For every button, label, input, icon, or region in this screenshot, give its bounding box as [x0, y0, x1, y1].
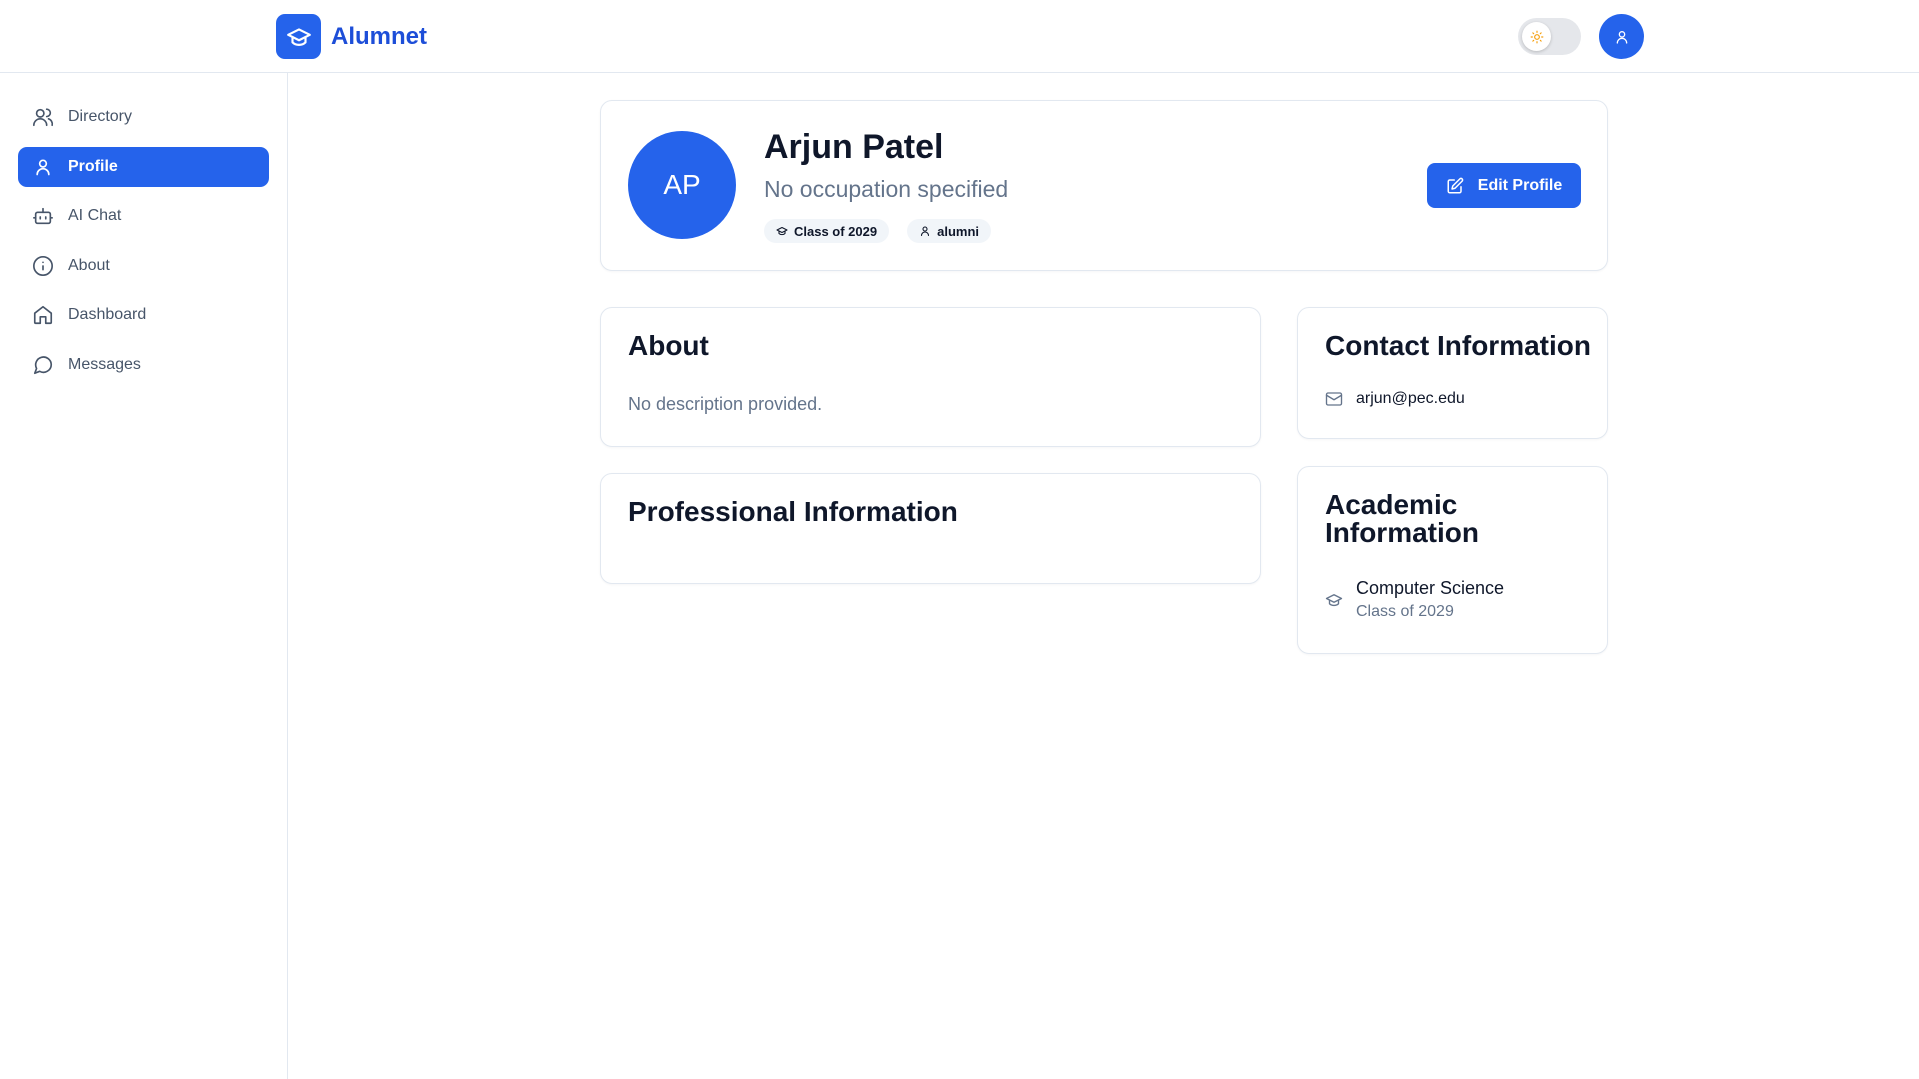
user-icon: [921, 226, 930, 237]
academic-title: Academic Information: [1325, 489, 1479, 548]
graduation-cap-icon: [776, 226, 788, 236]
user-menu-button[interactable]: [1599, 14, 1644, 59]
profile-badges: Class of 2029 alumni: [764, 219, 992, 243]
profile-occupation: No occupation specified: [764, 176, 1009, 202]
contact-email[interactable]: arjun@pec.edu: [1356, 390, 1465, 408]
academic-info-card: Academic Information Computer Science Cl…: [1297, 466, 1608, 654]
sidebar-nav: Directory Profile AI Chat About Dashboar…: [18, 97, 269, 394]
sidebar-item-about[interactable]: About: [18, 246, 269, 286]
avatar: AP: [628, 131, 736, 239]
role-badge: alumni: [907, 219, 992, 243]
users-icon: [32, 106, 54, 128]
sidebar-item-label: Messages: [68, 355, 141, 373]
mail-icon: [1325, 392, 1343, 406]
graduation-cap-icon: [276, 14, 321, 59]
message-circle-icon: [32, 354, 54, 376]
email-row: arjun@pec.edu: [1325, 390, 1465, 408]
sidebar-item-label: Dashboard: [68, 306, 147, 323]
academic-row: Computer Science Class of 2029: [1325, 578, 1504, 621]
contact-info-card: Contact Information arjun@pec.edu: [1297, 307, 1608, 439]
sidebar: Directory Profile AI Chat About Dashboar…: [0, 73, 288, 1079]
profile-header-card: AP Arjun Patel No occupation specified C…: [600, 100, 1608, 271]
sidebar-item-directory[interactable]: Directory: [18, 97, 269, 137]
top-header: Alumnet: [0, 0, 1919, 73]
sidebar-item-profile[interactable]: Profile: [18, 146, 269, 187]
info-icon: [32, 255, 54, 277]
bot-icon: [32, 205, 54, 227]
app-logo[interactable]: Alumnet: [276, 14, 427, 59]
sidebar-item-dashboard[interactable]: Dashboard: [18, 295, 269, 335]
sidebar-item-ai-chat[interactable]: AI Chat: [18, 196, 269, 236]
about-text: No description provided.: [628, 394, 823, 414]
edit-profile-button[interactable]: Edit Profile: [1427, 163, 1581, 208]
user-icon: [1616, 30, 1627, 44]
user-icon: [32, 156, 54, 178]
academic-major: Computer Science: [1356, 578, 1505, 598]
academic-class: Class of 2029: [1356, 603, 1454, 620]
about-card: About No description provided.: [600, 307, 1261, 447]
contact-title: Contact Information: [1325, 330, 1591, 361]
sidebar-item-label: Profile: [68, 157, 118, 175]
home-icon: [32, 304, 54, 326]
profile-name: Arjun Patel: [764, 128, 944, 166]
sun-icon: [1522, 22, 1551, 51]
about-title: About: [628, 330, 709, 361]
edit-icon: [1447, 177, 1464, 193]
sidebar-item-messages[interactable]: Messages: [18, 345, 269, 385]
graduation-cap-icon: [1325, 593, 1343, 606]
class-badge: Class of 2029: [764, 219, 890, 243]
theme-toggle[interactable]: [1518, 18, 1581, 55]
sidebar-item-label: Directory: [68, 108, 133, 125]
professional-title: Professional Information: [628, 496, 958, 527]
professional-info-card: Professional Information: [600, 473, 1261, 584]
app-name: Alumnet: [331, 22, 427, 50]
sidebar-item-label: About: [68, 256, 110, 274]
sidebar-item-label: AI Chat: [68, 207, 122, 224]
